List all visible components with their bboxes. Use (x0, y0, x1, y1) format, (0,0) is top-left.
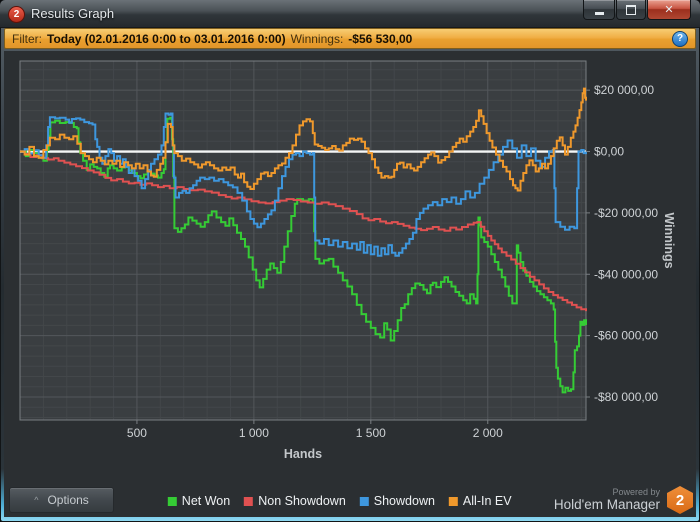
legend-item-showdown[interactable]: Showdown (359, 494, 435, 508)
brand-area: Powered by Hold'em Manager 2 (554, 486, 693, 514)
legend-label: Showdown (373, 494, 435, 508)
legend-swatch-icon (244, 496, 254, 506)
legend-item-non-showdown[interactable]: Non Showdown (244, 494, 346, 508)
close-icon: ✕ (664, 4, 674, 16)
footer-bar: ^ Options Net Won Non Showdown Showdown All… (4, 483, 696, 517)
filter-period: Today (02.01.2016 0:00 to 03.01.2016 0:0… (47, 31, 286, 46)
minimize-icon (594, 11, 604, 15)
legend-item-all-in-ev[interactable]: All-In EV (448, 494, 512, 508)
close-button[interactable]: ✕ (647, 0, 691, 20)
legend-label: All-In EV (462, 494, 512, 508)
options-label: Options (47, 493, 89, 507)
maximize-icon (626, 4, 636, 15)
legend-item-net-won[interactable]: Net Won (167, 494, 231, 508)
hm2-app-icon: 2 (8, 6, 25, 23)
winnings-label: Winnings: (290, 31, 344, 46)
window-title: Results Graph (31, 6, 115, 21)
powered-by-label: Powered by (612, 487, 660, 498)
minimize-button[interactable] (583, 0, 615, 20)
chart-legend: Net Won Non Showdown Showdown All-In EV (167, 494, 512, 508)
legend-swatch-icon (167, 496, 177, 506)
legend-label: Net Won (181, 494, 231, 508)
hm2-logo-icon: 2 (667, 486, 693, 514)
help-icon[interactable]: ? (672, 30, 688, 47)
options-button[interactable]: ^ Options (9, 487, 114, 513)
chart-panel-background (4, 51, 696, 517)
filter-bar: Filter: Today (02.01.2016 0:00 to 03.01.… (4, 28, 696, 49)
winnings-value: -$56 530,00 (348, 31, 413, 46)
legend-swatch-icon (448, 496, 458, 506)
legend-swatch-icon (359, 496, 369, 506)
title-bar: 2 Results Graph ✕ (0, 0, 700, 28)
maximize-button[interactable] (616, 0, 646, 20)
filter-label: Filter: (12, 31, 42, 46)
brand-name: Hold'em Manager (553, 497, 660, 513)
chevron-up-icon: ^ (34, 495, 39, 505)
results-graph-window: 500 1 000 1 500 2 000 $20 000,00 $0,00 -$20 00… (0, 0, 700, 522)
legend-label: Non Showdown (258, 494, 346, 508)
